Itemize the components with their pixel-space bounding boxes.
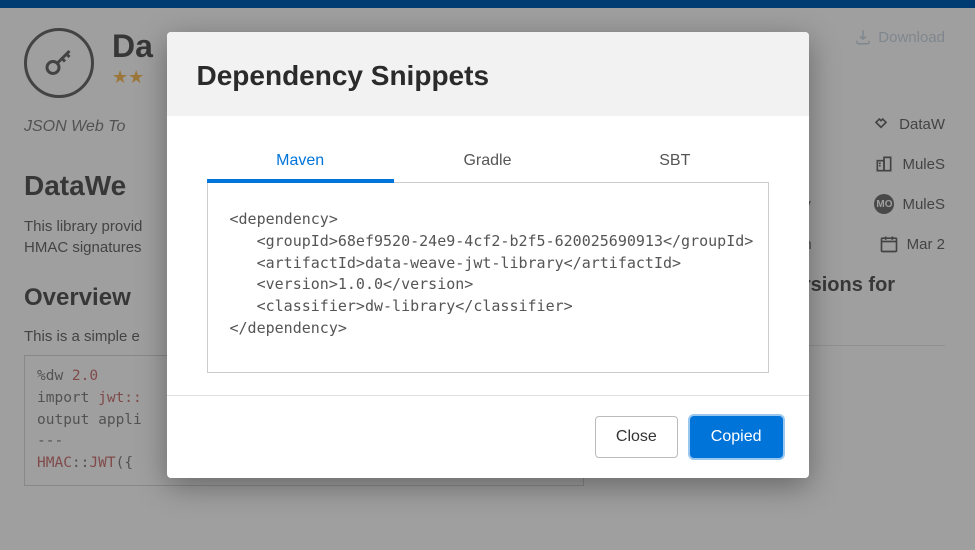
- modal-overlay[interactable]: Dependency Snippets Maven Gradle SBT <de…: [0, 8, 975, 550]
- tab-gradle[interactable]: Gradle: [394, 152, 581, 182]
- snippet-content[interactable]: <dependency> <groupId>68ef9520-24e9-4cf2…: [207, 183, 769, 373]
- close-button[interactable]: Close: [595, 416, 678, 458]
- copied-button[interactable]: Copied: [690, 416, 783, 458]
- tab-sbt[interactable]: SBT: [581, 152, 768, 182]
- modal-body: Maven Gradle SBT <dependency> <groupId>6…: [167, 116, 809, 395]
- tab-maven[interactable]: Maven: [207, 152, 394, 182]
- modal-footer: Close Copied: [167, 395, 809, 478]
- snippet-tabs: Maven Gradle SBT: [207, 152, 769, 183]
- top-nav-bar: [0, 0, 975, 8]
- modal-header: Dependency Snippets: [167, 32, 809, 116]
- dependency-snippets-modal: Dependency Snippets Maven Gradle SBT <de…: [167, 32, 809, 478]
- modal-title: Dependency Snippets: [197, 60, 779, 92]
